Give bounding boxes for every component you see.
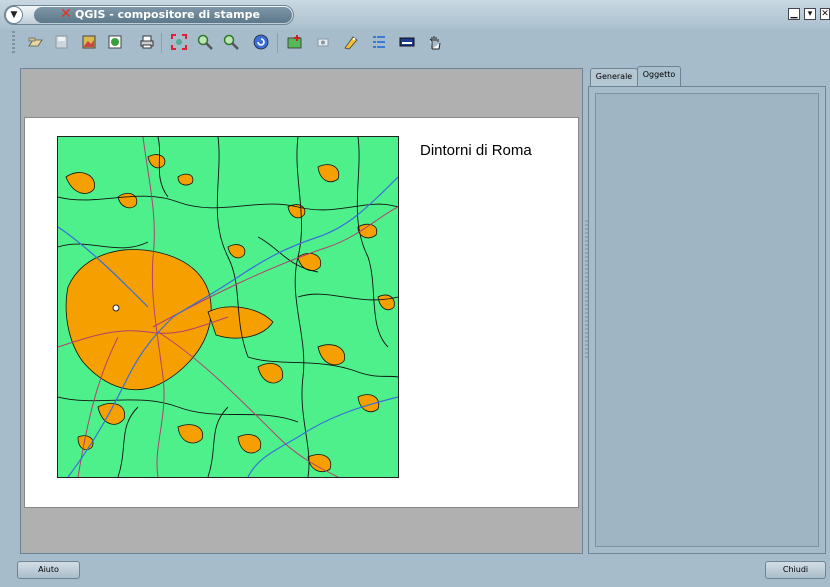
window-menu-button[interactable]: ▼ — [5, 6, 23, 24]
refresh-icon[interactable] — [252, 33, 270, 51]
add-map-icon[interactable] — [286, 33, 304, 51]
help-button[interactable]: Aiuto — [17, 561, 80, 579]
add-image-icon[interactable] — [314, 33, 332, 51]
toolbar-grip[interactable] — [12, 31, 15, 55]
zoom-in-icon[interactable] — [196, 33, 214, 51]
add-label-icon[interactable] — [342, 33, 360, 51]
select-move-icon[interactable] — [426, 33, 444, 51]
toolbar-separator — [161, 33, 162, 53]
close-button[interactable]: Chiudi — [765, 561, 826, 579]
map-item[interactable] — [57, 136, 399, 478]
tab-oggetto[interactable]: Oggetto — [637, 66, 681, 87]
add-legend-icon[interactable] — [370, 33, 388, 51]
composer-canvas[interactable]: Dintorni di Roma — [20, 68, 583, 554]
zoom-out-icon[interactable] — [222, 33, 240, 51]
window-title: QGIS - compositore di stampe — [75, 8, 260, 21]
add-scalebar-icon[interactable] — [398, 33, 416, 51]
item-options-content — [595, 93, 819, 547]
item-options-panel — [588, 86, 826, 554]
zoom-full-icon[interactable] — [170, 33, 188, 51]
qgis-x-icon: ✕ — [60, 6, 72, 22]
composer-label[interactable]: Dintorni di Roma — [420, 142, 532, 159]
export-svg-icon[interactable] — [106, 33, 124, 51]
minimize-icon[interactable]: ▁ — [788, 8, 800, 20]
tab-generale[interactable]: Generale — [590, 68, 638, 86]
map-render — [58, 137, 398, 477]
title-bar: ▼ ✕ QGIS - compositore di stampe ▁ ▾ ✕ — [0, 0, 830, 30]
save-template-icon[interactable] — [52, 33, 70, 51]
print-icon[interactable] — [138, 33, 156, 51]
maximize-icon[interactable]: ▾ — [804, 8, 816, 20]
print-page: Dintorni di Roma — [24, 117, 579, 508]
toolbar-separator — [277, 33, 278, 53]
export-image-icon[interactable] — [80, 33, 98, 51]
composer-toolbar — [0, 28, 830, 58]
open-template-icon[interactable] — [26, 33, 44, 51]
close-icon[interactable]: ✕ — [820, 8, 830, 20]
